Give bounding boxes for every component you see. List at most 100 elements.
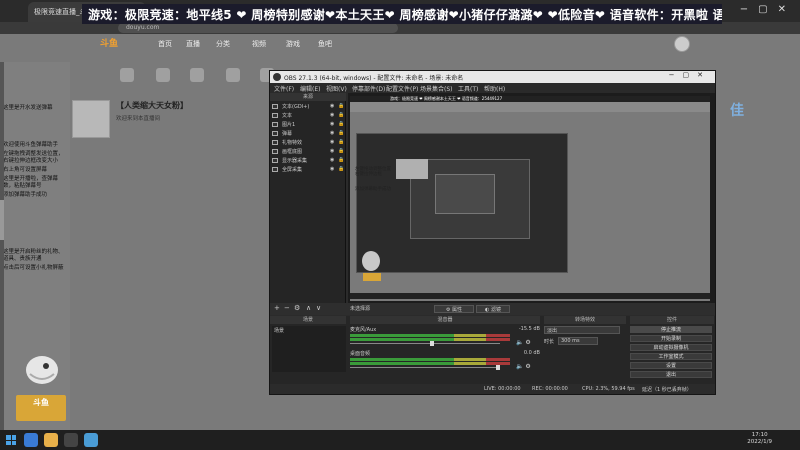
source-item[interactable]: 文本(GDI+) ◉ 🔒 bbox=[272, 103, 344, 111]
lock-icon[interactable]: 🔒 bbox=[338, 112, 344, 118]
nav-item-video[interactable]: 视频 bbox=[252, 39, 266, 49]
add-source-icon[interactable]: + bbox=[274, 304, 280, 312]
edge-browser-icon[interactable] bbox=[24, 433, 38, 447]
menu-tools[interactable]: 工具(T) bbox=[458, 84, 478, 93]
source-item[interactable]: 文本 ◉ 🔒 bbox=[272, 112, 344, 120]
file-explorer-icon[interactable] bbox=[44, 433, 58, 447]
move-up-icon[interactable]: ∧ bbox=[306, 304, 311, 312]
windows-start-icon[interactable] bbox=[6, 435, 16, 445]
eye-icon[interactable]: ◉ bbox=[330, 148, 334, 154]
obs-taskbar-icon[interactable] bbox=[64, 433, 78, 447]
menu-edit[interactable]: 编辑(E) bbox=[300, 84, 320, 93]
menu-scene-collection[interactable]: 场景集合(S) bbox=[420, 84, 453, 93]
volume-knob[interactable] bbox=[430, 341, 434, 346]
menu-profile[interactable]: 配置文件(P) bbox=[386, 84, 418, 93]
move-down-icon[interactable]: ∨ bbox=[316, 304, 321, 312]
transition-select[interactable]: 淡出 bbox=[544, 326, 620, 334]
lock-icon[interactable]: 🔒 bbox=[338, 130, 344, 136]
scrollbar-thumb[interactable] bbox=[0, 200, 4, 240]
source-visibility-checkbox[interactable] bbox=[272, 140, 278, 145]
source-item[interactable]: 画框底图 ◉ 🔒 bbox=[272, 148, 344, 156]
menu-help[interactable]: 帮助(H) bbox=[484, 84, 505, 93]
menu-view[interactable]: 视图(V) bbox=[326, 84, 347, 93]
source-item[interactable]: 全屏采集 ◉ 🔒 bbox=[272, 166, 344, 174]
source-item[interactable]: 图片1 ◉ 🔒 bbox=[272, 121, 344, 129]
scenes-list: 场景 bbox=[272, 326, 346, 372]
category-icon[interactable] bbox=[120, 68, 134, 82]
start-recording-button[interactable]: 开始录制 bbox=[630, 335, 712, 342]
source-item[interactable]: 弹幕 ◉ 🔒 bbox=[272, 130, 344, 138]
eye-icon[interactable]: ◉ bbox=[330, 130, 334, 136]
chat-line: 这里是开水发送弹幕 bbox=[3, 105, 53, 111]
category-icon[interactable] bbox=[190, 68, 204, 82]
virtual-camera-button[interactable]: 启动虚拟摄像机 bbox=[630, 344, 712, 351]
streamer-info: 欢迎来到本直播间 bbox=[116, 116, 161, 122]
category-icon[interactable] bbox=[156, 68, 170, 82]
source-visibility-checkbox[interactable] bbox=[272, 158, 278, 163]
preview-recursion-inner bbox=[435, 174, 495, 214]
lock-icon[interactable]: 🔒 bbox=[338, 157, 344, 163]
nav-item-yuba[interactable]: 鱼吧 bbox=[318, 39, 332, 49]
source-item[interactable]: 礼物特效 ◉ 🔒 bbox=[272, 139, 344, 147]
window-controls[interactable]: −▢✕ bbox=[740, 4, 796, 15]
chat-line: 点击后可设置小礼物屏蔽 bbox=[3, 265, 64, 271]
properties-button[interactable]: ⚙ 属性 bbox=[434, 305, 474, 313]
filters-button[interactable]: ◐ 滤镜 bbox=[476, 305, 510, 313]
eye-icon[interactable]: ◉ bbox=[330, 103, 334, 109]
eye-icon[interactable]: ◉ bbox=[330, 112, 334, 118]
volume-slider[interactable] bbox=[350, 367, 500, 368]
menu-file[interactable]: 文件(F) bbox=[274, 84, 294, 93]
volume-knob[interactable] bbox=[496, 365, 500, 370]
eye-icon[interactable]: ◉ bbox=[330, 166, 334, 172]
stop-streaming-button[interactable]: 停止推流 bbox=[630, 326, 712, 333]
system-clock[interactable]: 17:10 2022/1/9 bbox=[747, 432, 772, 446]
source-visibility-checkbox[interactable] bbox=[272, 149, 278, 154]
settings-button[interactable]: 设置 bbox=[630, 362, 712, 369]
lock-icon[interactable]: 🔒 bbox=[338, 103, 344, 109]
category-icon[interactable] bbox=[226, 68, 240, 82]
speaker-icon[interactable]: 🔈 ⚙ bbox=[516, 363, 531, 370]
app-taskbar-icon[interactable] bbox=[84, 433, 98, 447]
streamer-avatar[interactable] bbox=[72, 100, 110, 138]
source-visibility-checkbox[interactable] bbox=[272, 167, 278, 172]
duration-input[interactable]: 300 ms bbox=[558, 337, 598, 345]
douyu-badge[interactable]: 斗鱼 bbox=[16, 395, 66, 421]
lock-icon[interactable]: 🔒 bbox=[338, 121, 344, 127]
nav-item-category[interactable]: 分类 bbox=[216, 39, 230, 49]
source-visibility-checkbox[interactable] bbox=[272, 104, 278, 109]
speaker-icon[interactable]: 🔈 ⚙ bbox=[516, 339, 531, 346]
lock-icon[interactable]: 🔒 bbox=[338, 148, 344, 154]
eye-icon[interactable]: ◉ bbox=[330, 121, 334, 127]
source-settings-icon[interactable]: ⚙ bbox=[294, 304, 300, 312]
menu-docks[interactable]: 停靠部件(D) bbox=[352, 84, 385, 93]
source-visibility-checkbox[interactable] bbox=[272, 131, 278, 136]
no-source-label: 未选择源 bbox=[350, 306, 371, 312]
source-label: 显示器采集 bbox=[282, 158, 308, 164]
nav-item-game[interactable]: 游戏 bbox=[286, 39, 300, 49]
volume-slider[interactable] bbox=[350, 343, 500, 344]
eye-icon[interactable]: ◉ bbox=[330, 157, 334, 163]
source-label: 全屏采集 bbox=[282, 167, 303, 173]
user-avatar[interactable] bbox=[674, 36, 690, 52]
source-item[interactable]: 显示器采集 ◉ 🔒 bbox=[272, 157, 344, 165]
scene-item[interactable]: 场景 bbox=[274, 327, 344, 334]
rec-timer: REC: 00:00:00 bbox=[532, 386, 568, 392]
remove-source-icon[interactable]: − bbox=[284, 304, 290, 312]
address-bar[interactable]: douyu.com bbox=[118, 23, 398, 33]
exit-button[interactable]: 退出 bbox=[630, 371, 712, 378]
lock-icon[interactable]: 🔒 bbox=[338, 166, 344, 172]
track-db: 0.0 dB bbox=[523, 350, 540, 356]
obs-window-controls[interactable]: −▢✕ bbox=[669, 71, 711, 79]
source-visibility-checkbox[interactable] bbox=[272, 122, 278, 127]
lock-icon[interactable]: 🔒 bbox=[338, 139, 344, 145]
scroll-track bbox=[0, 62, 4, 430]
nav-item-live[interactable]: 直播 bbox=[186, 39, 200, 49]
track-name: 麦克风/Aux bbox=[350, 327, 377, 333]
source-visibility-checkbox[interactable] bbox=[272, 113, 278, 118]
sources-header: 来源 bbox=[270, 93, 346, 101]
studio-mode-button[interactable]: 工作室模式 bbox=[630, 353, 712, 360]
nav-item-home[interactable]: 首页 bbox=[158, 39, 172, 49]
eye-icon[interactable]: ◉ bbox=[330, 139, 334, 145]
clock-time: 17:10 bbox=[751, 432, 768, 438]
source-label: 文本(GDI+) bbox=[282, 104, 310, 110]
